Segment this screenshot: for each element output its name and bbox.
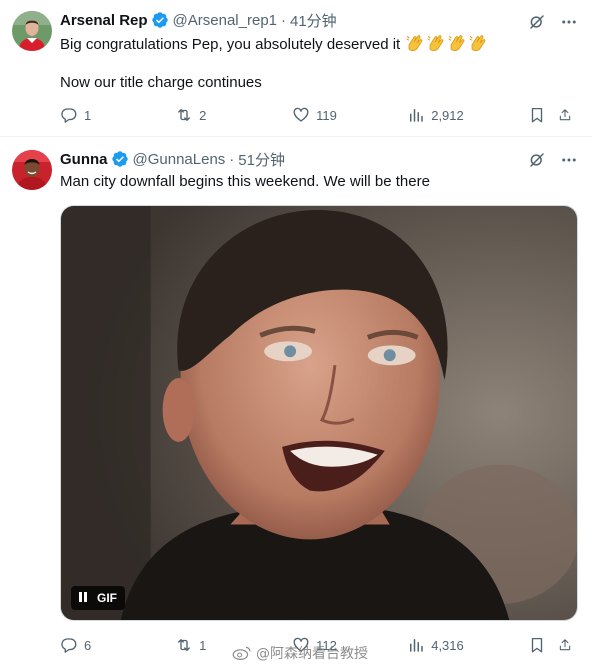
clapping-hands-icon (427, 35, 444, 51)
bookmark-button[interactable] (528, 636, 558, 654)
more-options-icon[interactable] (560, 13, 578, 31)
tweet-text: Big congratulations Pep, you absolutely … (60, 36, 401, 53)
verified-badge-icon (111, 151, 128, 167)
author-avatar[interactable] (12, 150, 52, 190)
clapping-hands-icon (406, 35, 423, 51)
pause-icon (79, 591, 89, 605)
tweet-header: Gunna @GunnaLens · 51分钟 (60, 149, 285, 169)
views-button[interactable]: 4,316 (407, 636, 528, 654)
bookmark-button[interactable] (528, 106, 558, 124)
reply-button[interactable]: 1 (60, 106, 175, 124)
reply-count: 6 (84, 637, 92, 653)
gif-badge[interactable]: GIF (71, 586, 125, 610)
tweet-text: Now our title charge continues (60, 74, 262, 91)
weibo-icon (232, 646, 251, 660)
watermark-text: @阿森纳看台教授 (256, 646, 368, 662)
like-count: 119 (316, 107, 337, 123)
post-time[interactable]: 51分钟 (238, 149, 285, 170)
clapping-hands-icon (469, 35, 486, 51)
share-icon (559, 109, 571, 121)
author-handle[interactable]: @GunnaLens (133, 151, 226, 168)
reply-button[interactable]: 6 (60, 636, 175, 654)
separator-dot: · (281, 11, 286, 29)
post-time[interactable]: 41分钟 (290, 10, 337, 31)
reply-icon (61, 638, 77, 653)
tweet-text: Man city downfall begins this weekend. W… (60, 173, 430, 190)
avatar-image (12, 11, 52, 51)
repost-count: 1 (199, 637, 207, 653)
gif-label: GIF (97, 591, 117, 605)
author-handle[interactable]: @Arsenal_rep1 (173, 12, 277, 29)
analytics-icon (410, 109, 423, 122)
tweet[interactable]: Gunna @GunnaLens · 51分钟 Man city downfal… (0, 138, 592, 669)
tweet-top-actions (528, 12, 578, 32)
repost-icon (178, 109, 191, 121)
repost-button[interactable]: 2 (175, 106, 292, 124)
analytics-icon (410, 639, 423, 652)
author-avatar[interactable] (12, 11, 52, 51)
grok-icon[interactable] (528, 13, 546, 31)
tweet[interactable]: Arsenal Rep @Arsenal_rep1 · 41分钟 Big con… (0, 0, 592, 137)
share-icon (559, 639, 571, 651)
bookmark-icon (532, 107, 543, 123)
clapping-hands-icon (448, 35, 465, 51)
separator-dot: · (229, 150, 235, 168)
bookmark-icon (532, 637, 543, 653)
reply-icon (61, 108, 77, 123)
reply-count: 1 (84, 107, 92, 123)
tweet-text-line: Now our title charge continues (60, 73, 262, 93)
author-name[interactable]: Arsenal Rep (60, 12, 148, 29)
tweet-top-actions (528, 150, 578, 170)
repost-count: 2 (199, 107, 207, 123)
gif-frame-image (61, 206, 577, 620)
view-count: 4,316 (431, 637, 464, 653)
tweet-header: Arsenal Rep @Arsenal_rep1 · 41分钟 (60, 10, 337, 30)
grok-icon[interactable] (528, 151, 546, 169)
tweet-text-line: Big congratulations Pep, you absolutely … (60, 33, 488, 55)
repost-icon (178, 639, 191, 651)
tweet-text-line: Man city downfall begins this weekend. W… (60, 172, 430, 192)
more-options-icon[interactable] (560, 151, 578, 169)
heart-icon (293, 107, 309, 122)
like-button[interactable]: 119 (292, 106, 407, 124)
share-button[interactable] (558, 636, 578, 654)
view-count: 2,912 (431, 107, 464, 123)
gif-media[interactable]: GIF (60, 205, 578, 621)
author-name[interactable]: Gunna (60, 151, 108, 168)
watermark: @阿森纳看台教授 (232, 643, 368, 663)
share-button[interactable] (558, 106, 578, 124)
views-button[interactable]: 2,912 (407, 106, 528, 124)
emoji-group (404, 35, 488, 53)
verified-badge-icon (151, 12, 168, 28)
action-bar: 1 2 119 2,912 (60, 105, 578, 125)
avatar-image (12, 150, 52, 190)
